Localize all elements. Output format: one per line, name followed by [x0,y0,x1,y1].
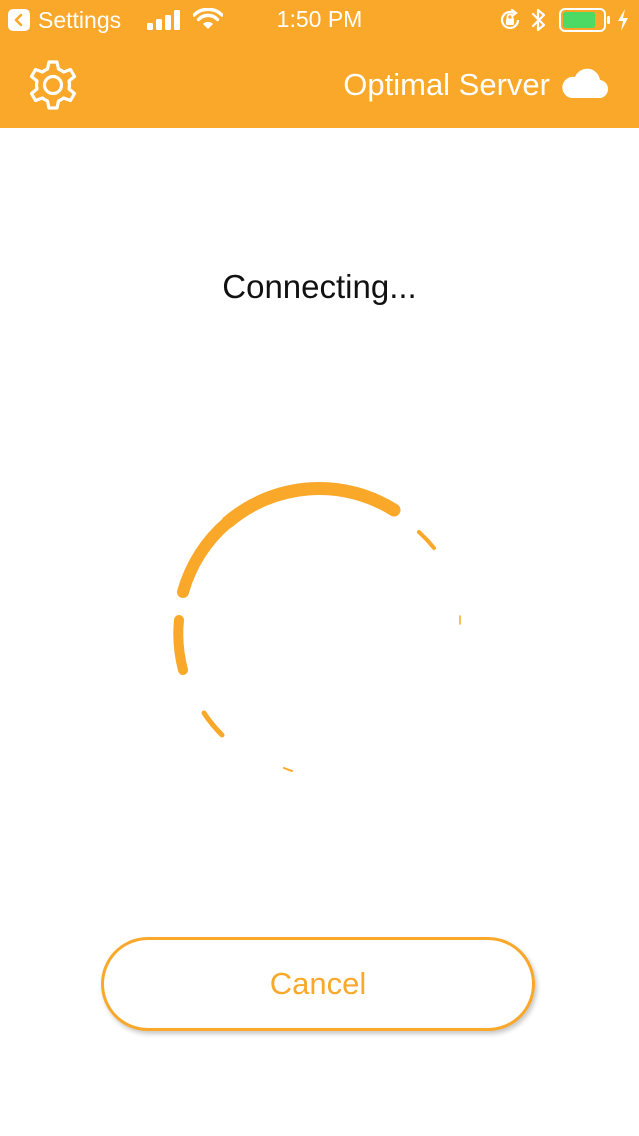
gear-icon[interactable] [26,58,80,112]
battery-icon [559,8,610,32]
orientation-lock-icon [500,8,520,29]
status-bar: Settings 1:50 PM [0,0,639,40]
cancel-button[interactable]: Cancel [101,937,535,1031]
header: Settings 1:50 PM Optimal Server [0,0,639,128]
loading-spinner-icon [173,482,461,772]
bluetooth-icon [531,8,546,32]
connection-status-text: Connecting... [222,268,417,305]
charging-icon [618,9,628,31]
cloud-icon[interactable] [560,68,608,100]
server-selector[interactable]: Optimal Server [343,68,550,102]
